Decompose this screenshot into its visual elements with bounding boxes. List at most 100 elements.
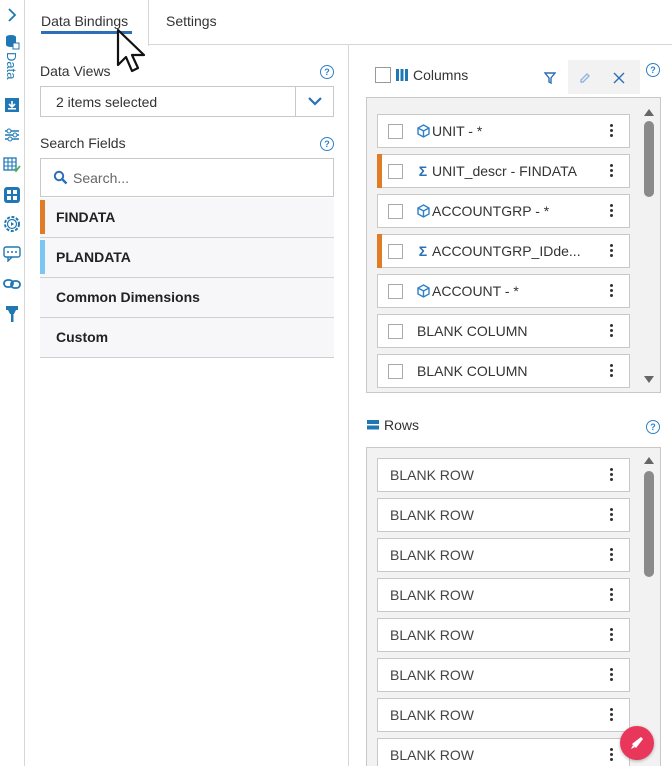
tab-bar: Data Bindings Settings xyxy=(25,0,672,46)
more-options-icon[interactable] xyxy=(610,508,613,522)
close-icon[interactable] xyxy=(613,71,625,87)
more-options-icon[interactable] xyxy=(610,364,613,378)
sigma-icon: Σ xyxy=(418,163,428,179)
row-item[interactable]: BLANK ROW xyxy=(377,578,630,612)
more-options-icon[interactable] xyxy=(610,708,613,722)
scrollbar-thumb[interactable] xyxy=(644,121,654,197)
rows-list: BLANK ROW BLANK ROW BLANK ROW BLANK ROW … xyxy=(366,447,661,766)
source-item-label: Custom xyxy=(56,329,109,345)
more-options-icon[interactable] xyxy=(610,124,613,138)
source-color-bar xyxy=(40,240,45,274)
row-item[interactable]: BLANK ROW xyxy=(377,538,630,572)
row-item[interactable]: BLANK ROW xyxy=(377,658,630,692)
column-item[interactable]: BLANK COLUMN xyxy=(377,314,630,348)
bindings-panel: Columns ? UNIT - * Σ UNIT_descr - FINDAT… xyxy=(350,45,672,766)
source-color-bar xyxy=(40,200,45,234)
column-item[interactable]: ACCOUNTGRP - * xyxy=(377,194,630,228)
search-input[interactable] xyxy=(73,167,323,189)
more-options-icon[interactable] xyxy=(610,548,613,562)
rail-data-label[interactable]: Data xyxy=(4,52,19,79)
row-item[interactable]: BLANK ROW xyxy=(377,498,630,532)
source-item-custom[interactable]: Custom xyxy=(40,318,334,358)
columns-header: Columns xyxy=(375,67,468,83)
widget-grid-icon[interactable] xyxy=(3,186,21,204)
row-item[interactable]: BLANK ROW xyxy=(377,618,630,652)
active-tab-underline xyxy=(41,31,132,34)
data-views-help-icon[interactable]: ? xyxy=(320,65,334,79)
columns-select-all-checkbox[interactable] xyxy=(375,67,391,83)
column-item[interactable]: UNIT - * xyxy=(377,114,630,148)
tab-settings[interactable]: Settings xyxy=(150,0,233,45)
table-check-icon[interactable] xyxy=(3,156,21,174)
database-icon[interactable] xyxy=(3,33,21,51)
more-options-icon[interactable] xyxy=(610,588,613,602)
rows-label: Rows xyxy=(384,417,420,433)
cube-icon xyxy=(416,124,430,138)
data-source-panel: Data Views ? 2 items selected Search Fie… xyxy=(25,45,349,766)
scrollbar-thumb[interactable] xyxy=(644,471,654,577)
rows-icon xyxy=(367,420,379,430)
column-item-label: ACCOUNT - * xyxy=(432,283,519,299)
edit-pencil-icon[interactable] xyxy=(579,71,591,87)
more-options-icon[interactable] xyxy=(610,748,613,762)
scroll-up-arrow-icon[interactable] xyxy=(644,456,654,464)
source-item-findata[interactable]: FINDATA xyxy=(40,198,334,238)
column-item[interactable]: ACCOUNT - * xyxy=(377,274,630,308)
rows-scrollbar[interactable] xyxy=(644,456,654,756)
column-item[interactable]: BLANK COLUMN xyxy=(377,354,630,388)
column-item-checkbox[interactable] xyxy=(388,364,403,379)
row-item-label: BLANK ROW xyxy=(390,507,475,523)
dropdown-toggle-button[interactable] xyxy=(295,87,333,116)
row-item[interactable]: BLANK ROW xyxy=(377,458,630,492)
funnel-icon[interactable] xyxy=(3,305,21,323)
source-item-common-dimensions[interactable]: Common Dimensions xyxy=(40,278,334,318)
column-item-label: BLANK COLUMN xyxy=(417,323,528,339)
more-options-icon[interactable] xyxy=(610,324,613,338)
column-item[interactable]: Σ ACCOUNTGRP_IDde... xyxy=(377,234,630,268)
download-box-icon[interactable] xyxy=(3,96,21,114)
column-item-checkbox[interactable] xyxy=(388,324,403,339)
columns-help-icon[interactable]: ? xyxy=(646,63,660,77)
search-fields-box xyxy=(40,158,334,197)
filter-icon[interactable] xyxy=(543,71,557,87)
row-item-label: BLANK ROW xyxy=(390,667,475,683)
rows-help-icon[interactable]: ? xyxy=(646,420,660,434)
column-item-checkbox[interactable] xyxy=(388,204,403,219)
chevron-down-icon xyxy=(307,97,322,106)
column-item-checkbox[interactable] xyxy=(388,244,403,259)
source-item-plandata[interactable]: PLANDATA xyxy=(40,238,334,278)
source-item-label: Common Dimensions xyxy=(56,289,200,305)
scroll-down-arrow-icon[interactable] xyxy=(644,376,654,384)
column-item-checkbox[interactable] xyxy=(388,164,403,179)
more-options-icon[interactable] xyxy=(610,468,613,482)
row-item[interactable]: BLANK ROW xyxy=(377,738,630,766)
tab-settings-label: Settings xyxy=(166,13,217,29)
more-options-icon[interactable] xyxy=(610,204,613,218)
columns-scrollbar[interactable] xyxy=(644,108,654,384)
column-item-checkbox[interactable] xyxy=(388,284,403,299)
more-options-icon[interactable] xyxy=(610,244,613,258)
more-options-icon[interactable] xyxy=(610,628,613,642)
comment-icon[interactable] xyxy=(3,245,21,263)
column-item-checkbox[interactable] xyxy=(388,124,403,139)
data-views-dropdown[interactable]: 2 items selected xyxy=(40,86,334,117)
row-item[interactable]: BLANK ROW xyxy=(377,698,630,732)
more-options-icon[interactable] xyxy=(610,284,613,298)
chevron-right-icon[interactable] xyxy=(3,6,21,24)
link-icon[interactable] xyxy=(3,275,21,293)
column-item-label: ACCOUNTGRP - * xyxy=(432,203,550,219)
gear-play-icon[interactable] xyxy=(3,215,21,233)
column-toolbar xyxy=(568,60,640,94)
columns-label: Columns xyxy=(413,67,469,83)
more-options-icon[interactable] xyxy=(610,164,613,178)
tab-data-bindings[interactable]: Data Bindings xyxy=(25,0,149,46)
search-fields-help-icon[interactable]: ? xyxy=(320,137,334,151)
column-item[interactable]: Σ UNIT_descr - FINDATA xyxy=(377,154,630,188)
feedback-fab-button[interactable] xyxy=(620,726,654,760)
rows-header: Rows xyxy=(366,417,419,433)
sliders-icon[interactable] xyxy=(3,126,21,144)
columns-icon xyxy=(396,69,408,81)
scroll-up-arrow-icon[interactable] xyxy=(644,108,654,116)
source-color-marker xyxy=(377,234,382,268)
more-options-icon[interactable] xyxy=(610,668,613,682)
